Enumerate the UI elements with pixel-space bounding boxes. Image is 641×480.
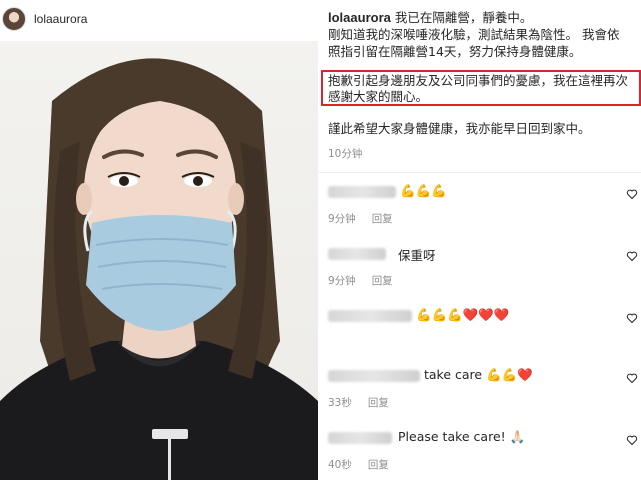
comment-text: 💪💪💪❤️❤️❤️: [416, 307, 510, 322]
reply-button[interactable]: 回复: [368, 459, 389, 471]
comment-text: 💪💪💪: [400, 183, 447, 198]
blurred-username: [328, 186, 396, 198]
heart-outline-icon[interactable]: [626, 312, 638, 324]
blurred-username: [328, 310, 412, 322]
comment-meta: [328, 335, 344, 347]
comment-time: 33秒: [328, 397, 352, 409]
comment-item: 💪💪💪❤️❤️❤️: [328, 307, 641, 358]
comment-meta: 9分钟 回复: [328, 211, 393, 226]
comment-time: 9分钟: [328, 275, 356, 287]
comment-item: take care 💪💪❤️ 33秒 回复: [328, 367, 641, 418]
caption-text-3: 照指引留在隔離營14天，努力保持身體健康。: [328, 44, 582, 59]
post-caption: lolaaurora 我已在隔離營，靜養中。 剛知道我的深喉唾液化驗，測試結果為陰…: [328, 9, 638, 60]
comment-time: 40秒: [328, 459, 352, 471]
post-photo: [0, 41, 318, 480]
caption-text-1: 我已在隔離營，靜養中。: [394, 10, 533, 25]
comment-text: take care 💪💪❤️: [424, 367, 533, 382]
heart-outline-icon[interactable]: [626, 188, 638, 200]
divider: [318, 172, 641, 173]
avatar[interactable]: [2, 7, 26, 31]
portrait-illustration: [0, 58, 318, 480]
caption-closing: 謹此希望大家身體健康，我亦能早日回到家中。: [328, 121, 591, 136]
highlight-line-2: 感謝大家的關心。: [328, 89, 429, 104]
blurred-username: [328, 432, 392, 444]
comment-text: 保重呀: [398, 248, 436, 263]
caption-text-2: 剛知道我的深喉唾液化驗，測試結果為陰性。 我會依: [328, 27, 620, 42]
comment-text: Please take care! 🙏🏻: [398, 429, 526, 444]
post-header: lolaaurora: [0, 0, 318, 38]
heart-outline-icon[interactable]: [626, 434, 638, 446]
caption-username[interactable]: lolaaurora: [328, 10, 391, 25]
comment-item: 保重呀 9分钟 回复: [328, 248, 641, 296]
post-comments-panel: lolaaurora 我已在隔離營，靜養中。 剛知道我的深喉唾液化驗，測試結果為陰…: [318, 0, 641, 480]
comment-item: 💪💪💪 9分钟 回复: [328, 183, 641, 234]
blurred-username: [328, 248, 386, 260]
reply-button[interactable]: 回复: [372, 275, 393, 287]
reply-button[interactable]: 回复: [372, 213, 393, 225]
comment-item: Please take care! 🙏🏻 40秒 回复: [328, 429, 641, 480]
post-media-panel: lolaaurora: [0, 0, 318, 480]
post-username[interactable]: lolaaurora: [34, 12, 87, 26]
heart-outline-icon[interactable]: [626, 250, 638, 262]
reply-button[interactable]: 回复: [368, 397, 389, 409]
blurred-username: [328, 370, 420, 382]
comment-meta: 40秒 回复: [328, 457, 389, 472]
highlighted-caption: 抱歉引起身邊朋友及公司同事們的憂慮，我在這裡再次 感謝大家的關心。: [328, 73, 640, 105]
highlight-line-1: 抱歉引起身邊朋友及公司同事們的憂慮，我在這裡再次: [328, 73, 629, 88]
comment-meta: 33秒 回复: [328, 395, 389, 410]
comment-time: 9分钟: [328, 213, 356, 225]
caption-line-1: lolaaurora 我已在隔離營，靜養中。: [328, 9, 638, 26]
comment-meta: 9分钟 回复: [328, 273, 393, 288]
heart-outline-icon[interactable]: [626, 372, 638, 384]
caption-timestamp: 10分钟: [328, 148, 363, 160]
